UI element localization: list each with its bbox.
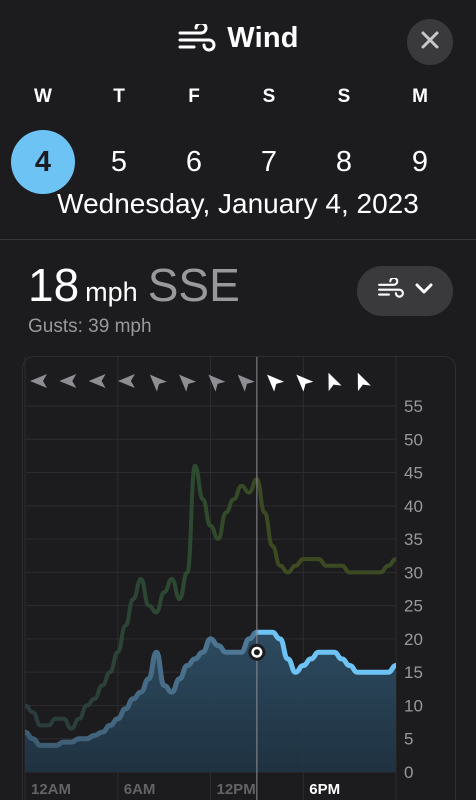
chevron-down-icon [415, 282, 433, 300]
day-letter: F [188, 86, 200, 107]
day-column[interactable]: W 4 [11, 84, 75, 194]
day-number[interactable]: 5 [87, 130, 151, 194]
direction-arrow-icon [267, 374, 285, 392]
day-number[interactable]: 7 [237, 130, 301, 194]
y-tick-label: 20 [404, 630, 423, 649]
day-number[interactable]: 6 [162, 130, 226, 194]
direction-arrow-icon [30, 374, 47, 388]
day-column[interactable]: F 6 [162, 84, 226, 194]
wind-icon [177, 23, 217, 54]
x-tick-label: 12PM [217, 781, 256, 798]
wind-chart-svg: 0 5 10 15 20 25 30 35 40 45 50 55 12AM 6AM 12PM 6PM [24, 357, 423, 800]
wind-screen: Wind W 4 T 5 F 6 S 7 S 8 M 9 Wednesday, … [0, 0, 476, 800]
y-tick-label: 5 [404, 730, 413, 749]
x-tick-label: 6PM [309, 781, 340, 798]
wind-unit: mph [85, 277, 138, 307]
y-tick-label: 45 [404, 464, 423, 483]
day-letter: M [412, 86, 428, 107]
wind-area [25, 632, 396, 772]
day-letter: W [34, 86, 52, 107]
y-tick-label: 50 [404, 430, 423, 449]
day-letter: T [113, 86, 125, 107]
day-number[interactable]: 9 [388, 130, 452, 194]
title-group: Wind [0, 22, 476, 55]
day-letter: S [262, 86, 276, 107]
direction-arrow-icon [117, 374, 135, 388]
wind-direction: SSE [147, 259, 240, 311]
y-tick-label: 10 [404, 696, 423, 715]
header: Wind [0, 0, 476, 82]
y-tick-label: 30 [404, 563, 423, 582]
y-tick-label: 15 [404, 663, 423, 682]
day-number-selected[interactable]: 4 [11, 130, 75, 194]
day-column[interactable]: S 8 [312, 84, 376, 194]
y-tick-label: 25 [404, 597, 423, 616]
y-tick-label: 35 [404, 530, 423, 549]
direction-arrow-icon [208, 374, 226, 392]
y-tick-label: 55 [404, 397, 423, 416]
y-tick-label: 0 [404, 763, 413, 782]
selected-date: Wednesday, January 4, 2023 [57, 188, 419, 219]
wind-chart[interactable]: 0 5 10 15 20 25 30 35 40 45 50 55 12AM 6AM 12PM 6PM [22, 356, 456, 800]
gusts-text: Gusts: 39 mph [28, 316, 152, 337]
direction-arrow-icon [357, 372, 371, 392]
direction-arrow-icon [179, 374, 197, 392]
divider [0, 239, 476, 240]
direction-arrow-icon [88, 374, 106, 388]
close-icon [420, 30, 440, 55]
direction-arrow-icon [237, 374, 255, 392]
close-button[interactable] [407, 19, 453, 65]
page-title: Wind [227, 22, 299, 54]
day-column[interactable]: S 7 [237, 84, 301, 194]
x-tick-label: 12AM [31, 781, 71, 798]
day-column[interactable]: M 9 [388, 84, 452, 194]
day-letter: S [337, 86, 351, 107]
direction-arrow-icon [59, 374, 77, 388]
day-picker: W 4 T 5 F 6 S 7 S 8 M 9 [0, 84, 476, 194]
wind-reading: 18 mph SSE [28, 258, 240, 312]
y-tick-label: 40 [404, 497, 423, 516]
wind-speed: 18 [28, 259, 80, 311]
day-number[interactable]: 8 [312, 130, 376, 194]
x-tick-label: 6AM [124, 781, 156, 798]
wind-icon [377, 276, 405, 305]
day-column[interactable]: T 5 [87, 84, 151, 194]
direction-arrow-icon [328, 372, 342, 392]
direction-arrow-icon [296, 374, 314, 392]
direction-arrow-icon [149, 374, 167, 392]
current-point-center [253, 649, 260, 656]
chart-mode-button[interactable] [357, 266, 453, 316]
